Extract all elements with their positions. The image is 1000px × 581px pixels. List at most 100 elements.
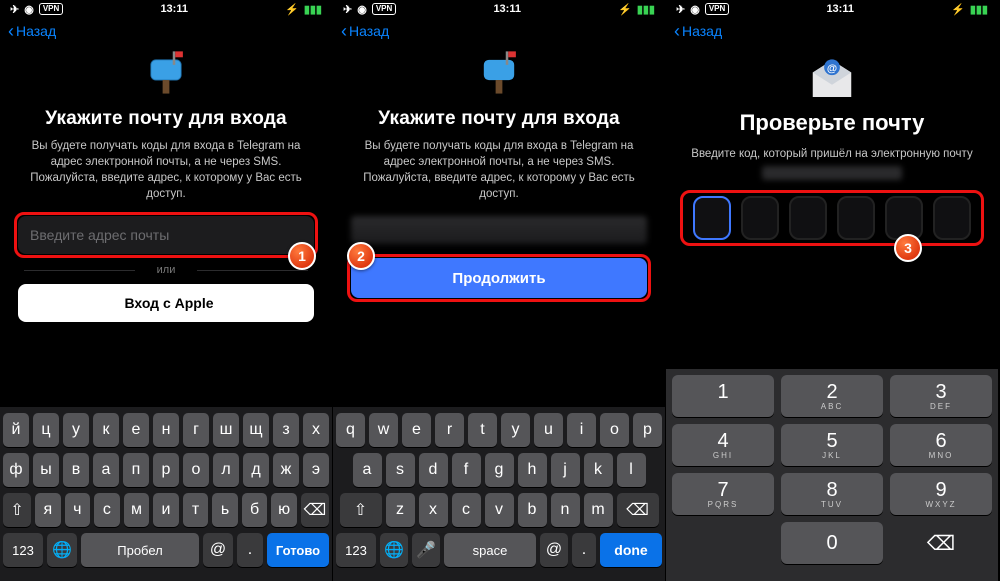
key-с[interactable]: с bbox=[94, 493, 120, 527]
key-p[interactable]: p bbox=[633, 413, 662, 447]
email-input[interactable] bbox=[18, 216, 314, 254]
key-т[interactable]: т bbox=[183, 493, 209, 527]
key-w[interactable]: w bbox=[369, 413, 398, 447]
key-я[interactable]: я bbox=[35, 493, 61, 527]
code-cell-6[interactable] bbox=[933, 196, 971, 240]
shift-key[interactable]: ⇧ bbox=[3, 493, 31, 527]
key-и[interactable]: и bbox=[153, 493, 179, 527]
code-cell-3[interactable] bbox=[789, 196, 827, 240]
key-г[interactable]: г bbox=[183, 413, 209, 447]
key-n[interactable]: n bbox=[551, 493, 580, 527]
numkey-8[interactable]: 8TUV bbox=[781, 473, 883, 515]
key-q[interactable]: q bbox=[336, 413, 365, 447]
back-button[interactable]: ‹Назад bbox=[333, 18, 665, 44]
key-c[interactable]: c bbox=[452, 493, 481, 527]
numkey-4[interactable]: 4GHI bbox=[672, 424, 774, 466]
key-ч[interactable]: ч bbox=[65, 493, 91, 527]
key-щ[interactable]: щ bbox=[243, 413, 269, 447]
key-a[interactable]: a bbox=[353, 453, 382, 487]
at-key[interactable]: @ bbox=[540, 533, 568, 567]
mic-key[interactable]: 🎤 bbox=[412, 533, 440, 567]
key-u[interactable]: u bbox=[534, 413, 563, 447]
key-h[interactable]: h bbox=[518, 453, 547, 487]
code-input[interactable] bbox=[686, 196, 978, 240]
at-key[interactable]: @ bbox=[203, 533, 233, 567]
key-б[interactable]: б bbox=[242, 493, 268, 527]
continue-button[interactable]: Продолжить bbox=[351, 258, 647, 298]
key-к[interactable]: к bbox=[93, 413, 119, 447]
globe-key[interactable]: 🌐 bbox=[47, 533, 77, 567]
key-у[interactable]: у bbox=[63, 413, 89, 447]
numkey-delete[interactable]: ⌫ bbox=[890, 522, 992, 564]
key-н[interactable]: н bbox=[153, 413, 179, 447]
numkey-5[interactable]: 5JKL bbox=[781, 424, 883, 466]
key-ь[interactable]: ь bbox=[212, 493, 238, 527]
key-j[interactable]: j bbox=[551, 453, 580, 487]
numkey-3[interactable]: 3DEF bbox=[890, 375, 992, 417]
key-o[interactable]: o bbox=[600, 413, 629, 447]
key-ц[interactable]: ц bbox=[33, 413, 59, 447]
key-д[interactable]: д bbox=[243, 453, 269, 487]
key-x[interactable]: x bbox=[419, 493, 448, 527]
key-g[interactable]: g bbox=[485, 453, 514, 487]
shift-key[interactable]: ⇧ bbox=[340, 493, 382, 527]
numkey-7[interactable]: 7PQRS bbox=[672, 473, 774, 515]
key-х[interactable]: х bbox=[303, 413, 329, 447]
back-button[interactable]: ‹Назад bbox=[0, 18, 332, 44]
delete-key[interactable]: ⌫ bbox=[301, 493, 329, 527]
key-ж[interactable]: ж bbox=[273, 453, 299, 487]
dot-key[interactable]: . bbox=[572, 533, 596, 567]
key-о[interactable]: о bbox=[183, 453, 209, 487]
email-input-blurred[interactable] bbox=[351, 216, 647, 244]
globe-key[interactable]: 🌐 bbox=[380, 533, 408, 567]
dot-key[interactable]: . bbox=[237, 533, 263, 567]
key-y[interactable]: y bbox=[501, 413, 530, 447]
key-t[interactable]: t bbox=[468, 413, 497, 447]
key-ф[interactable]: ф bbox=[3, 453, 29, 487]
key-ю[interactable]: ю bbox=[271, 493, 297, 527]
key-е[interactable]: е bbox=[123, 413, 149, 447]
status-bar: ✈◉VPN 13:11 ⚡▮▮▮ bbox=[666, 0, 998, 18]
key-ы[interactable]: ы bbox=[33, 453, 59, 487]
key-i[interactable]: i bbox=[567, 413, 596, 447]
key-e[interactable]: e bbox=[402, 413, 431, 447]
spacebar[interactable]: Пробел bbox=[81, 533, 199, 567]
key-л[interactable]: л bbox=[213, 453, 239, 487]
key-э[interactable]: э bbox=[303, 453, 329, 487]
key-з[interactable]: з bbox=[273, 413, 299, 447]
code-cell-4[interactable] bbox=[837, 196, 875, 240]
123-key[interactable]: 123 bbox=[336, 533, 376, 567]
delete-key[interactable]: ⌫ bbox=[617, 493, 659, 527]
key-b[interactable]: b bbox=[518, 493, 547, 527]
key-d[interactable]: d bbox=[419, 453, 448, 487]
screen-2-email-filled: ✈◉VPN 13:11 ⚡▮▮▮ ‹Назад Укажите почту дл… bbox=[333, 0, 666, 581]
key-r[interactable]: r bbox=[435, 413, 464, 447]
key-в[interactable]: в bbox=[63, 453, 89, 487]
numkey-6[interactable]: 6MNO bbox=[890, 424, 992, 466]
numkey-1[interactable]: 1 bbox=[672, 375, 774, 417]
numkey-9[interactable]: 9WXYZ bbox=[890, 473, 992, 515]
123-key[interactable]: 123 bbox=[3, 533, 43, 567]
numkey-0[interactable]: 0 bbox=[781, 522, 883, 564]
key-р[interactable]: р bbox=[153, 453, 179, 487]
done-key[interactable]: Готово bbox=[267, 533, 329, 567]
back-button[interactable]: ‹Назад bbox=[666, 18, 998, 44]
key-ш[interactable]: ш bbox=[213, 413, 239, 447]
key-m[interactable]: m bbox=[584, 493, 613, 527]
key-f[interactable]: f bbox=[452, 453, 481, 487]
spacebar[interactable]: space bbox=[444, 533, 536, 567]
code-cell-2[interactable] bbox=[741, 196, 779, 240]
key-а[interactable]: а bbox=[93, 453, 119, 487]
key-z[interactable]: z bbox=[386, 493, 415, 527]
key-s[interactable]: s bbox=[386, 453, 415, 487]
key-v[interactable]: v bbox=[485, 493, 514, 527]
key-й[interactable]: й bbox=[3, 413, 29, 447]
code-cell-1[interactable] bbox=[693, 196, 731, 240]
key-l[interactable]: l bbox=[617, 453, 646, 487]
numkey-2[interactable]: 2ABC bbox=[781, 375, 883, 417]
sign-in-with-apple-button[interactable]: Вход с Apple bbox=[18, 284, 314, 322]
key-п[interactable]: п bbox=[123, 453, 149, 487]
done-key[interactable]: done bbox=[600, 533, 662, 567]
key-k[interactable]: k bbox=[584, 453, 613, 487]
key-м[interactable]: м bbox=[124, 493, 150, 527]
